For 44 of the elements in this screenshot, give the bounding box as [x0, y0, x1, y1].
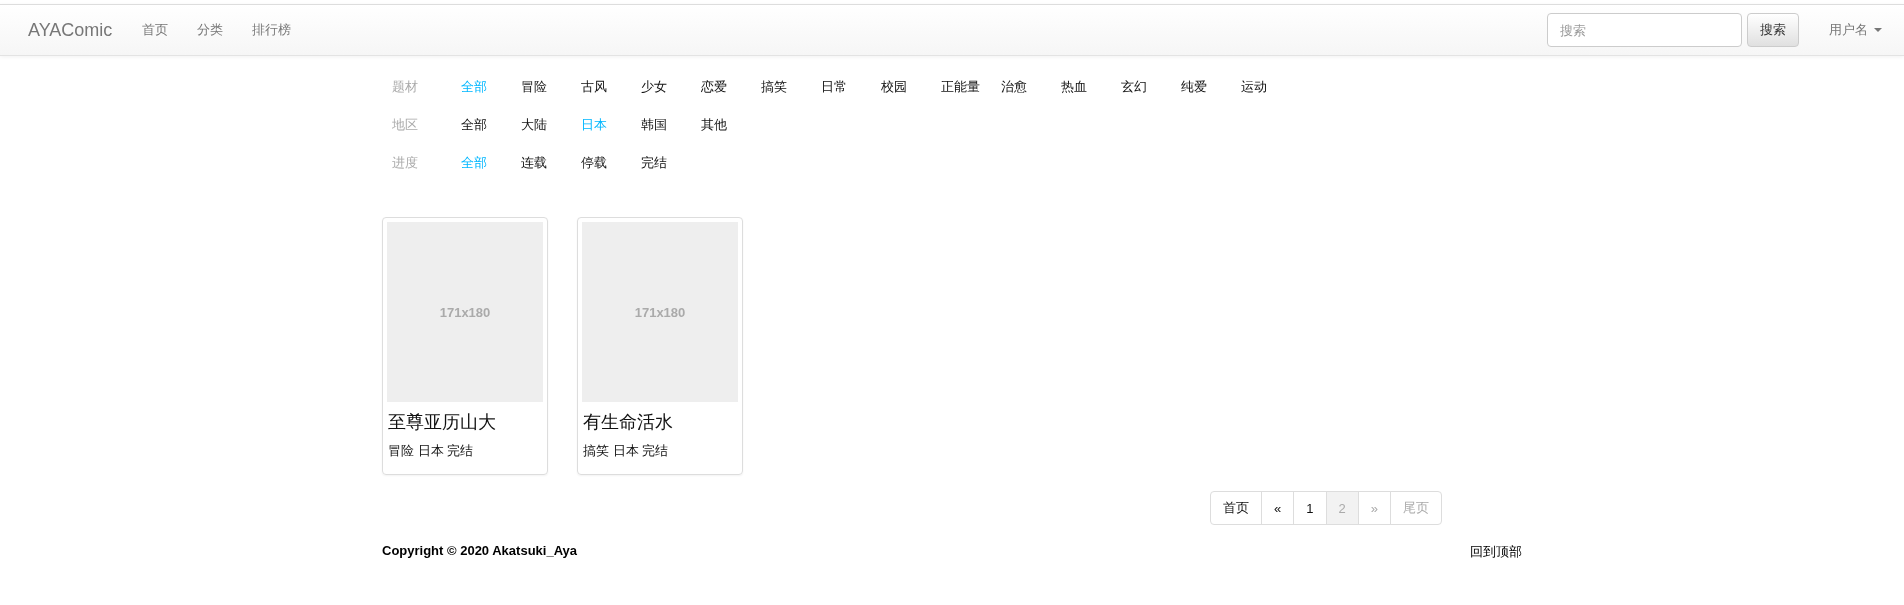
filter-option[interactable]: 玄幻 [1121, 78, 1181, 96]
filter-option[interactable]: 纯爱 [1181, 78, 1241, 96]
caret-icon [1874, 28, 1882, 32]
filter-label: 进度 [392, 154, 419, 172]
filter-option[interactable]: 冒险 [521, 78, 581, 96]
nav-link[interactable]: 排行榜 [252, 21, 292, 39]
comic-tags: 冒险 日本 完结 [388, 442, 543, 460]
filter-option[interactable]: 停载 [581, 154, 641, 172]
filter-option[interactable]: 校园 [881, 78, 941, 96]
comic-title: 有生命活水 [583, 411, 674, 434]
filter-option[interactable]: 其他 [701, 116, 761, 134]
filter-option[interactable]: 完结 [641, 154, 701, 172]
filter-option[interactable]: 搞笑 [761, 78, 821, 96]
page-link[interactable]: « [1261, 491, 1295, 525]
search-button[interactable]: 搜索 [1747, 13, 1799, 47]
filter-option[interactable]: 运动 [1241, 78, 1301, 96]
copyright-text: Copyright © 2020 Akatsuki_Aya [382, 543, 578, 560]
filter-option[interactable]: 正能量 [941, 78, 1001, 96]
page-link[interactable]: 首页 [1210, 491, 1263, 525]
back-to-top-link[interactable]: 回到顶部 [1470, 543, 1522, 561]
filter-option[interactable]: 热血 [1061, 78, 1121, 96]
filter-option[interactable]: 全部 [461, 116, 521, 134]
filter-option[interactable]: 韩国 [641, 116, 701, 134]
comic-card[interactable]: 171x180 有生命活水 搞笑 日本 完结 [577, 217, 743, 475]
nav-link[interactable]: 首页 [142, 21, 169, 39]
filter-label: 题材 [392, 78, 419, 96]
filter-option[interactable]: 大陆 [521, 116, 581, 134]
comic-card[interactable]: 171x180 至尊亚历山大 冒险 日本 完结 [382, 217, 548, 475]
filter-option[interactable]: 治愈 [1001, 78, 1061, 96]
filter-option[interactable]: 少女 [641, 78, 701, 96]
filter-option[interactable]: 古风 [581, 78, 641, 96]
brand-logo[interactable]: AYAComic [28, 19, 113, 41]
image-placeholder: 171x180 [387, 222, 543, 402]
image-placeholder: 171x180 [582, 222, 738, 402]
filter-label: 地区 [392, 116, 419, 134]
filter-option[interactable]: 连载 [521, 154, 581, 172]
comic-tags: 搞笑 日本 完结 [583, 442, 738, 460]
search-field[interactable]: 搜索 [1547, 13, 1742, 47]
comic-title: 至尊亚历山大 [388, 411, 497, 434]
nav-link[interactable]: 分类 [197, 21, 224, 39]
filter-option[interactable]: 恋爱 [701, 78, 761, 96]
page-link[interactable]: 1 [1293, 491, 1327, 525]
user-menu[interactable]: 用户名 [1829, 21, 1882, 39]
filter-option[interactable]: 日常 [821, 78, 881, 96]
